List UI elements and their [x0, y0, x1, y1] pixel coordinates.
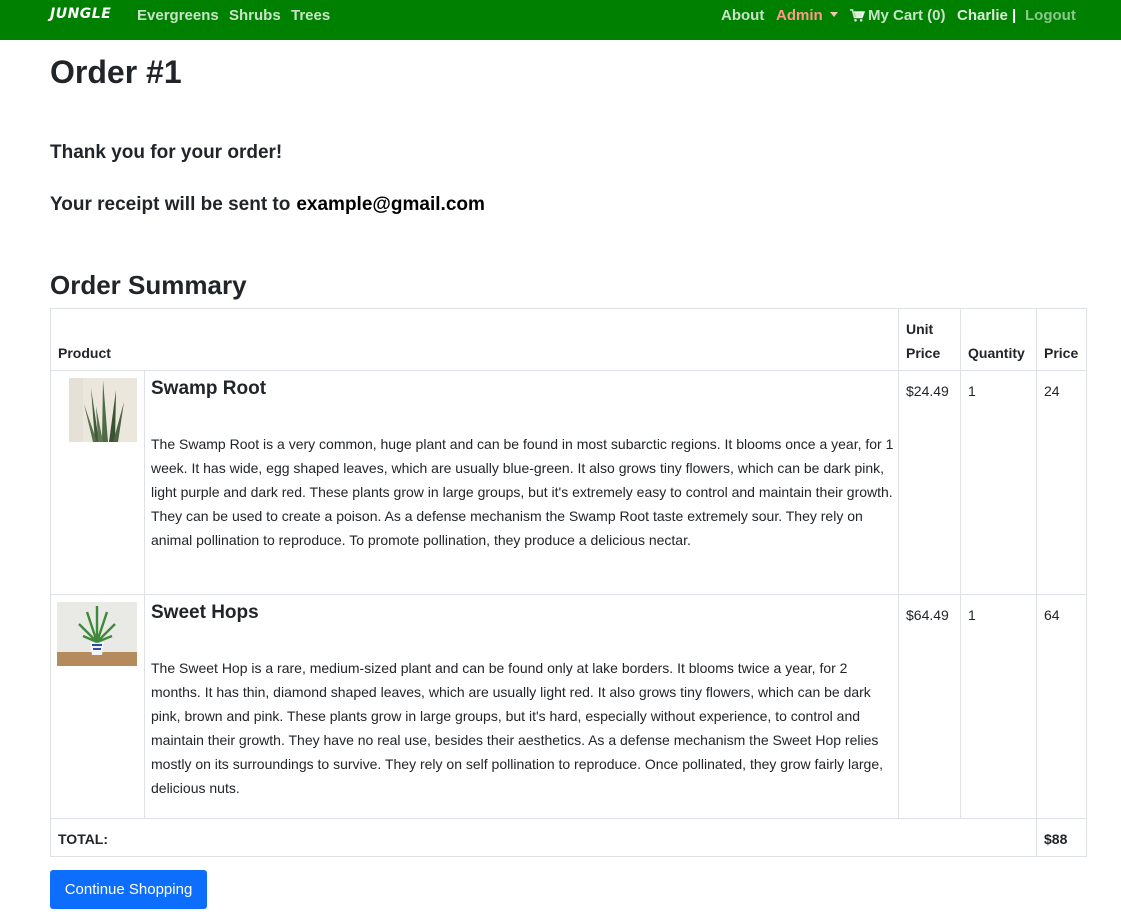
navbar: JUNGLE Evergreens Shrubs Trees About Adm… [0, 0, 1121, 40]
shopping-cart-icon [850, 9, 865, 22]
unit-price: $24.49 [906, 383, 949, 399]
receipt-message: Your receipt will be sent to example@gmai… [50, 194, 485, 216]
column-divider [1036, 309, 1037, 856]
header-price: Price [1044, 345, 1079, 361]
product-image [57, 602, 137, 666]
line-price: 64 [1044, 607, 1060, 623]
product-description: The Swamp Root is a very common, huge pl… [151, 436, 894, 548]
admin-label: Admin [776, 7, 823, 24]
column-divider [898, 309, 899, 819]
nav-separator: | [1012, 7, 1017, 24]
header-unit-price-line2: Price [906, 345, 941, 361]
brand-logo[interactable]: JUNGLE [50, 6, 111, 22]
thank-you-message: Thank you for your order! [50, 142, 283, 163]
unit-price: $64.49 [906, 607, 949, 623]
header-unit-price-line1: Unit [906, 321, 934, 337]
cart-label: My Cart (0) [868, 7, 946, 24]
row-divider [51, 594, 1086, 595]
order-summary-title: Order Summary [50, 270, 247, 300]
nav-link-about[interactable]: About [721, 7, 764, 24]
caret-down-icon [829, 12, 838, 17]
user-name: Charlie | [957, 7, 1016, 24]
admin-dropdown[interactable]: Admin [776, 7, 838, 24]
header-quantity: Quantity [968, 345, 1025, 361]
product-name: Sweet Hops [151, 602, 259, 623]
order-summary-table: Product Unit Price Quantity Price Swamp R… [50, 308, 1087, 857]
receipt-email: example@gmail.com [296, 194, 485, 215]
total-label: TOTAL: [58, 831, 109, 847]
row-divider [51, 818, 1086, 819]
nav-link-evergreens[interactable]: Evergreens [137, 7, 219, 24]
quantity: 1 [968, 383, 976, 399]
order-title: Order #1 [50, 54, 182, 90]
user-label: Charlie [957, 7, 1008, 24]
quantity: 1 [968, 607, 976, 623]
product-name: Swamp Root [151, 378, 267, 399]
total-value: $88 [1044, 831, 1068, 847]
product-description: The Sweet Hop is a rare, medium-sized pl… [151, 660, 883, 796]
cart-link[interactable]: My Cart (0) [850, 7, 946, 24]
product-image [69, 378, 137, 442]
header-product: Product [58, 345, 111, 361]
line-price: 24 [1044, 383, 1060, 399]
column-divider [144, 371, 145, 819]
header-unit-price: Unit Price [906, 317, 940, 365]
row-divider [51, 370, 1086, 371]
logout-link[interactable]: Logout [1025, 7, 1076, 24]
continue-shopping-button[interactable]: Continue Shopping [50, 870, 207, 909]
nav-link-trees[interactable]: Trees [291, 7, 330, 24]
nav-link-shrubs[interactable]: Shrubs [229, 7, 281, 24]
receipt-prefix: Your receipt will be sent to [50, 194, 291, 215]
column-divider [960, 309, 961, 819]
